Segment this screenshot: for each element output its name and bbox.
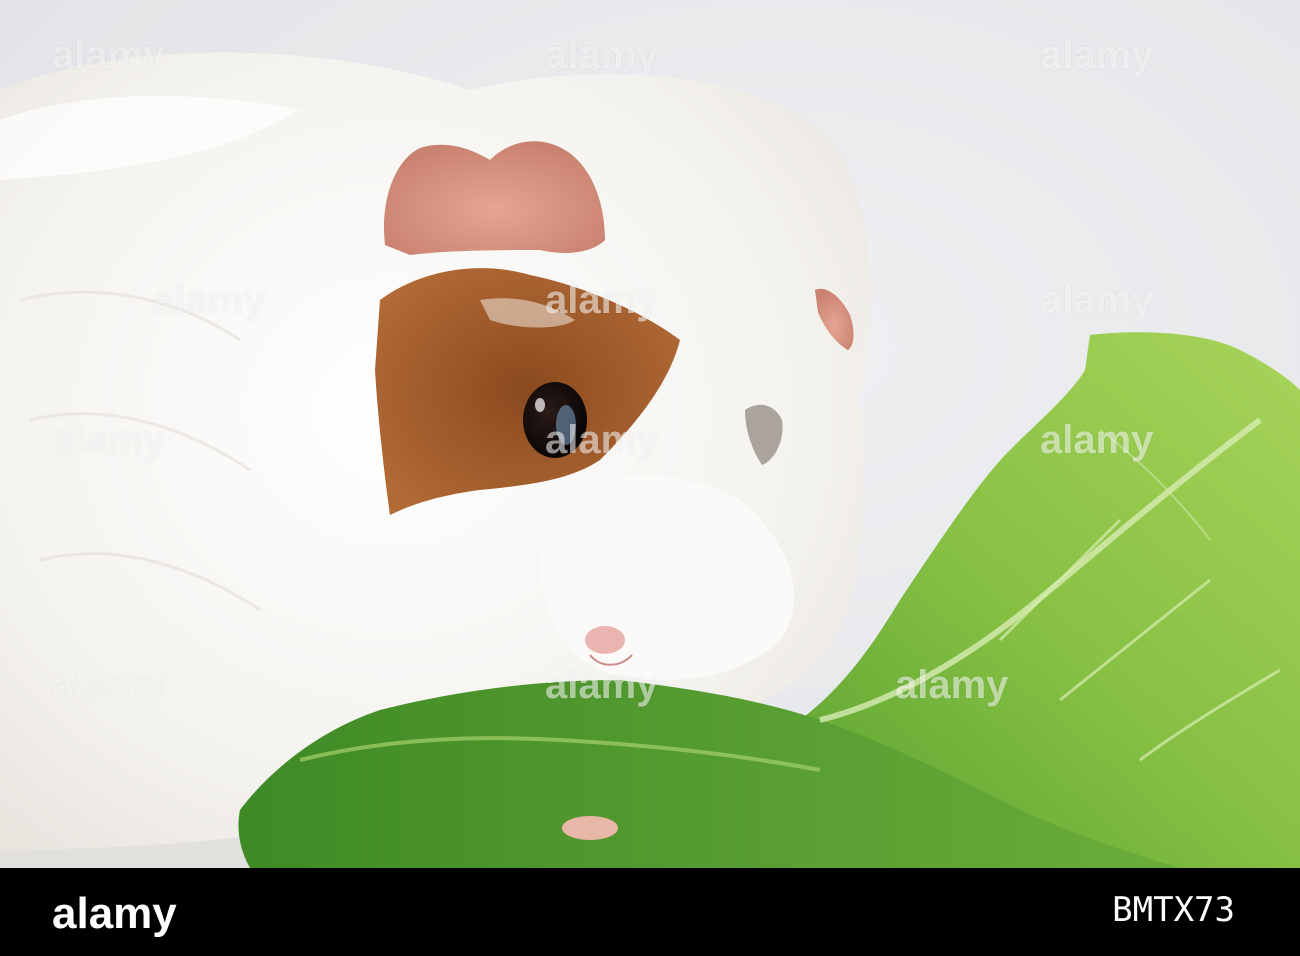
guinea-pig-photo xyxy=(0,0,1300,868)
paw xyxy=(562,816,618,840)
image-reference: BMTX73 xyxy=(985,888,1235,932)
eye-left xyxy=(523,382,587,458)
alamy-logo: alamy xyxy=(52,889,177,938)
stock-photo-viewer: alamy alamy alamy alamy alamy alamy alam… xyxy=(0,0,1300,956)
image-id: BMTX73 xyxy=(1112,890,1235,930)
nose xyxy=(585,626,625,654)
ear-left xyxy=(384,141,605,255)
